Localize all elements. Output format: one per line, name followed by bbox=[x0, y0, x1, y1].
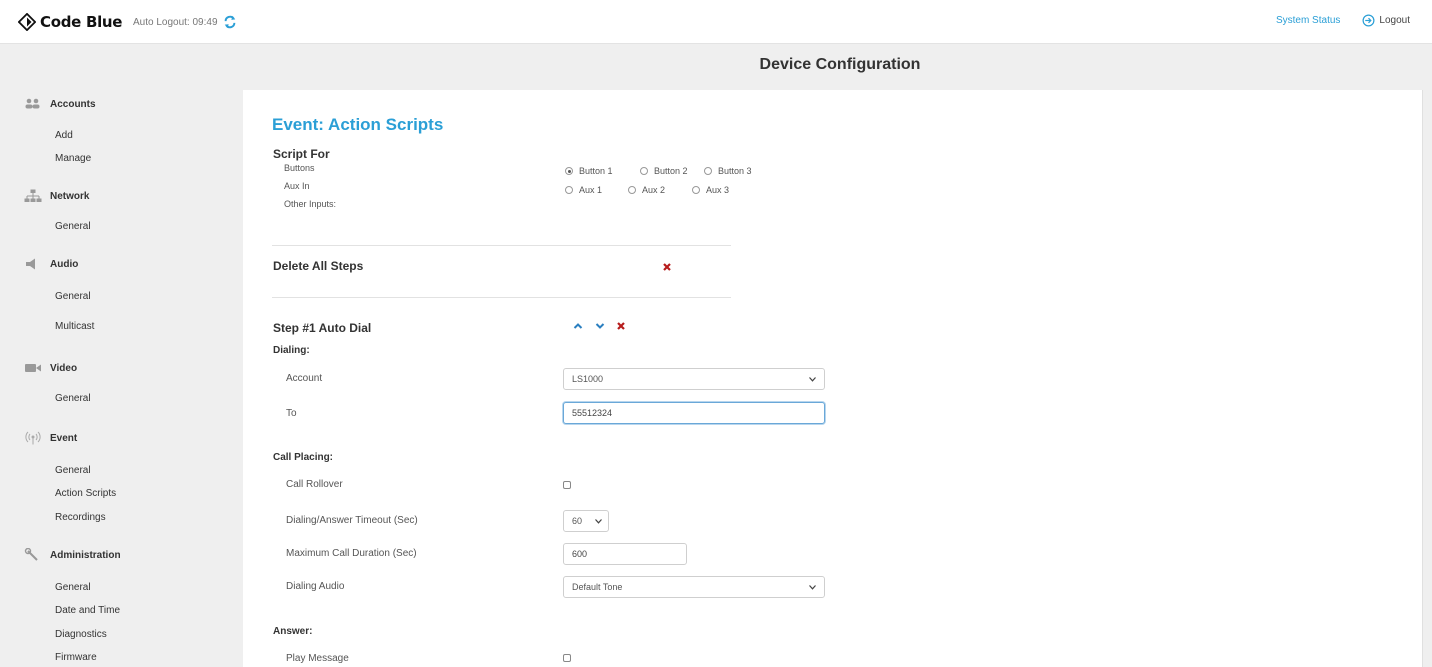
to-input[interactable] bbox=[563, 402, 825, 424]
users-icon bbox=[25, 98, 40, 109]
sidebar-item-network-general[interactable]: General bbox=[55, 221, 91, 232]
sidebar-section-audio[interactable]: Audio bbox=[24, 257, 78, 271]
speaker-icon bbox=[26, 258, 35, 270]
move-down-icon[interactable] bbox=[595, 322, 605, 330]
delete-step-icon[interactable] bbox=[616, 321, 626, 331]
call-rollover-label: Call Rollover bbox=[286, 479, 343, 490]
step-title: Step #1 Auto Dial bbox=[273, 321, 372, 335]
move-up-icon[interactable] bbox=[573, 322, 583, 330]
account-select-value: LS1000 bbox=[572, 374, 604, 384]
play-message-label: Play Message bbox=[286, 653, 349, 664]
play-message-checkbox[interactable] bbox=[563, 654, 571, 662]
radio-button-1[interactable]: Button 1 bbox=[565, 166, 613, 176]
sidebar-section-network[interactable]: Network bbox=[24, 189, 89, 203]
radio-aux-1[interactable]: Aux 1 bbox=[565, 185, 602, 195]
sidebar-item-audio-general[interactable]: General bbox=[55, 291, 91, 302]
page-title: Device Configuration bbox=[759, 56, 921, 73]
sidebar-item-admin-firmware[interactable]: Firmware bbox=[55, 652, 97, 663]
to-label: To bbox=[286, 408, 297, 419]
sidebar-section-event[interactable]: Event bbox=[24, 431, 77, 445]
sidebar-item-accounts-manage[interactable]: Manage bbox=[55, 153, 91, 164]
divider bbox=[272, 297, 731, 298]
delete-all-steps-label: Delete All Steps bbox=[273, 259, 364, 273]
sidebar-item-event-recordings[interactable]: Recordings bbox=[55, 512, 106, 523]
broadcast-icon bbox=[25, 431, 41, 445]
dialing-heading: Dialing: bbox=[273, 345, 310, 356]
chevron-down-icon bbox=[809, 585, 816, 590]
sidebar bbox=[0, 90, 243, 667]
script-for-heading: Script For bbox=[273, 147, 330, 161]
sidebar-section-label: Video bbox=[50, 362, 78, 374]
to-input-field[interactable] bbox=[572, 408, 816, 418]
dialing-audio-select-value: Default Tone bbox=[572, 582, 623, 592]
sidebar-section-label: Network bbox=[50, 190, 90, 202]
timeout-select[interactable]: 60 bbox=[563, 510, 609, 532]
radio-button-2[interactable]: Button 2 bbox=[640, 166, 688, 176]
account-select[interactable]: LS1000 bbox=[563, 368, 825, 390]
max-duration-input-field[interactable] bbox=[572, 549, 678, 559]
radio-dot bbox=[565, 167, 573, 175]
dialing-audio-select[interactable]: Default Tone bbox=[563, 576, 825, 598]
sidebar-item-admin-date-time[interactable]: Date and Time bbox=[55, 605, 120, 616]
right-edge bbox=[1423, 44, 1432, 667]
call-rollover-checkbox[interactable] bbox=[563, 481, 571, 489]
camera-icon bbox=[25, 364, 41, 372]
account-label: Account bbox=[286, 373, 323, 384]
sidebar-section-label: Event bbox=[50, 432, 78, 444]
chevron-down-icon bbox=[809, 377, 816, 382]
chevron-down-icon bbox=[595, 519, 602, 524]
sidebar-section-label: Audio bbox=[50, 258, 79, 270]
section-title: Event: Action Scripts bbox=[272, 115, 444, 134]
call-placing-heading: Call Placing: bbox=[273, 452, 334, 463]
sidebar-item-event-general[interactable]: General bbox=[55, 465, 91, 476]
sidebar-section-label: Administration bbox=[50, 549, 121, 561]
radio-dot bbox=[628, 186, 636, 194]
sidebar-section-label: Accounts bbox=[50, 98, 96, 110]
network-icon bbox=[24, 189, 42, 202]
sidebar-section-accounts[interactable]: Accounts bbox=[24, 97, 96, 111]
content-panel bbox=[243, 90, 1423, 667]
max-duration-input[interactable] bbox=[563, 543, 687, 565]
sidebar-section-administration[interactable]: Administration bbox=[24, 548, 121, 562]
sidebar-item-admin-diagnostics[interactable]: Diagnostics bbox=[55, 629, 107, 640]
radio-dot bbox=[640, 167, 648, 175]
aux-in-label: Aux In bbox=[284, 181, 310, 191]
max-duration-label: Maximum Call Duration (Sec) bbox=[286, 548, 417, 559]
timeout-label: Dialing/Answer Timeout (Sec) bbox=[286, 515, 418, 526]
sidebar-item-event-action-scripts[interactable]: Action Scripts bbox=[55, 488, 116, 499]
radio-dot bbox=[565, 186, 573, 194]
timeout-select-value: 60 bbox=[572, 516, 583, 526]
answer-heading: Answer: bbox=[273, 626, 313, 637]
divider bbox=[272, 245, 731, 246]
radio-aux-2[interactable]: Aux 2 bbox=[628, 185, 665, 195]
radio-dot bbox=[692, 186, 700, 194]
sidebar-item-audio-multicast[interactable]: Multicast bbox=[55, 321, 94, 332]
radio-aux-3[interactable]: Aux 3 bbox=[692, 185, 729, 195]
radio-dot bbox=[704, 167, 712, 175]
radio-button-3[interactable]: Button 3 bbox=[704, 166, 752, 176]
sidebar-item-video-general[interactable]: General bbox=[55, 393, 91, 404]
sidebar-section-video[interactable]: Video bbox=[24, 361, 77, 375]
buttons-label: Buttons bbox=[284, 163, 315, 173]
sidebar-item-admin-general[interactable]: General bbox=[55, 582, 91, 593]
wrench-icon bbox=[24, 548, 38, 561]
dialing-audio-label: Dialing Audio bbox=[286, 581, 345, 592]
other-inputs-label: Other Inputs: bbox=[284, 199, 337, 209]
delete-all-icon[interactable] bbox=[662, 262, 672, 272]
sidebar-item-accounts-add[interactable]: Add bbox=[55, 130, 73, 141]
